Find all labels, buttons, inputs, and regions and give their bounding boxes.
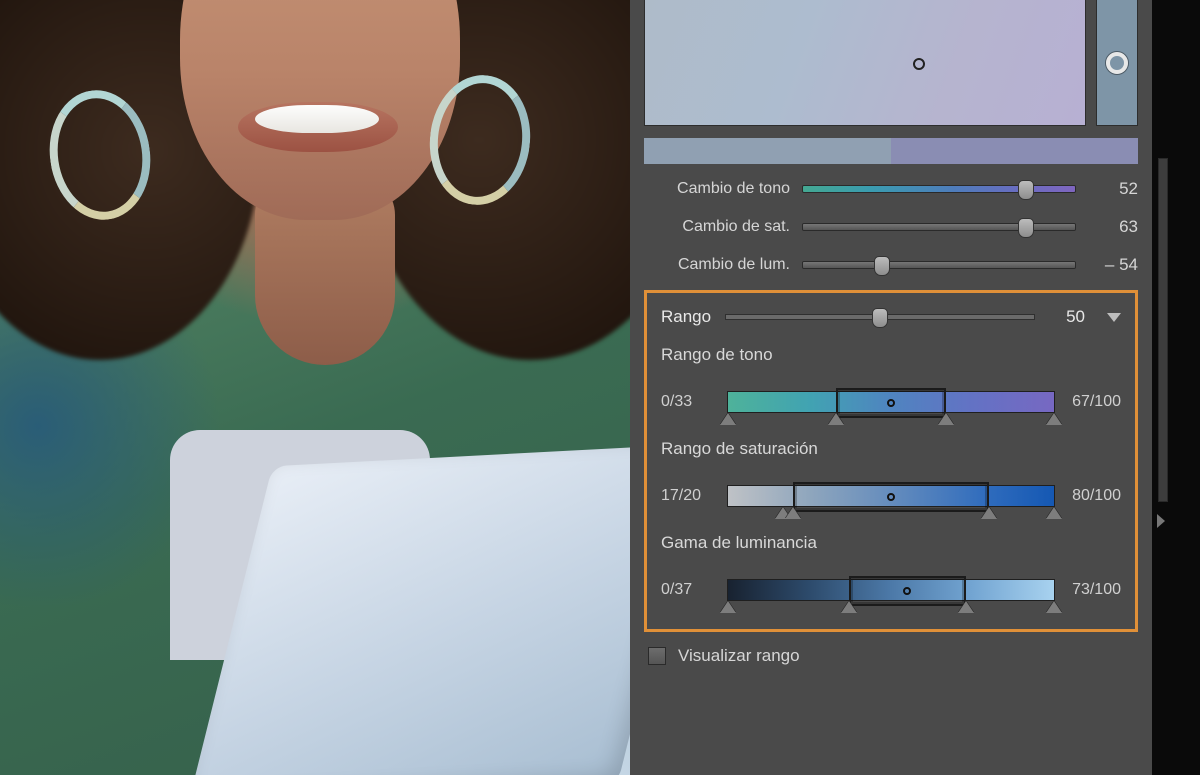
- lum-shift-knob[interactable]: [874, 256, 890, 276]
- panel-gutter: [1152, 0, 1200, 775]
- lum-range-handle-3[interactable]: [958, 601, 974, 613]
- hue-shift-label: Cambio de tono: [644, 180, 802, 198]
- hue-range-title: Rango de tono: [661, 345, 1121, 365]
- color-picker-swatch[interactable]: [644, 0, 1086, 126]
- sat-range-title: Rango de saturación: [661, 439, 1121, 459]
- sat-range-right[interactable]: 80/100: [1067, 487, 1121, 505]
- sat-range-bar[interactable]: [727, 485, 1055, 507]
- hue-range-selection[interactable]: [836, 388, 947, 418]
- range-section-highlight: Rango 50 Rango de tono 0/33: [644, 290, 1138, 632]
- sat-shift-slider[interactable]: [802, 223, 1076, 231]
- hue-range-handle-2[interactable]: [828, 413, 844, 425]
- hue-range-left[interactable]: 0/33: [661, 393, 715, 411]
- lum-range-selection[interactable]: [849, 576, 966, 606]
- lum-shift-label: Cambio de lum.: [644, 256, 802, 274]
- scrollbar[interactable]: [1158, 158, 1168, 502]
- range-label: Rango: [661, 307, 711, 327]
- lum-range-handle-2[interactable]: [841, 601, 857, 613]
- lum-shift-value[interactable]: – 54: [1076, 255, 1138, 275]
- range-disclosure-icon[interactable]: [1107, 313, 1121, 322]
- visualize-range-checkbox[interactable]: [648, 647, 666, 665]
- range-slider[interactable]: [725, 314, 1035, 320]
- hue-range-handle-1[interactable]: [720, 413, 736, 425]
- visualize-range-label: Visualizar rango: [678, 646, 800, 666]
- hue-range-bar[interactable]: [727, 391, 1055, 413]
- hue-shift-knob[interactable]: [1018, 180, 1034, 200]
- lum-range-handle-1[interactable]: [720, 601, 736, 613]
- hue-shift-slider[interactable]: [802, 185, 1076, 193]
- lum-range-right[interactable]: 73/100: [1067, 581, 1121, 599]
- hue-range-right[interactable]: 67/100: [1067, 393, 1121, 411]
- lum-range-handle-4[interactable]: [1046, 601, 1062, 613]
- lum-range-bar[interactable]: [727, 579, 1055, 601]
- lum-range-title: Gama de luminancia: [661, 533, 1121, 553]
- preview-image: [0, 0, 630, 775]
- sat-range-handle-2[interactable]: [785, 507, 801, 519]
- sat-range-handle-3[interactable]: [981, 507, 997, 519]
- sat-range-selection[interactable]: [793, 482, 989, 512]
- eyedropper-icon: [1106, 52, 1128, 74]
- sat-shift-value[interactable]: 63: [1076, 217, 1138, 237]
- sat-range-handle-4[interactable]: [1046, 507, 1062, 519]
- color-adjust-panel: Cambio de tono 52 Cambio de sat. 63 Camb…: [630, 0, 1152, 775]
- picked-color-marker: [913, 58, 925, 70]
- lum-shift-slider[interactable]: [802, 261, 1076, 269]
- range-value[interactable]: 50: [1049, 307, 1085, 327]
- hue-range-handle-3[interactable]: [938, 413, 954, 425]
- expand-panel-icon[interactable]: [1157, 514, 1165, 528]
- hue-range-handle-4[interactable]: [1046, 413, 1062, 425]
- hue-shift-value[interactable]: 52: [1076, 179, 1138, 199]
- eyedropper-button[interactable]: [1096, 0, 1138, 126]
- lum-range-left[interactable]: 0/37: [661, 581, 715, 599]
- sat-range-left[interactable]: 17/20: [661, 487, 715, 505]
- range-knob[interactable]: [872, 308, 888, 328]
- sat-shift-label: Cambio de sat.: [644, 218, 802, 236]
- sat-shift-knob[interactable]: [1018, 218, 1034, 238]
- hue-compare-bar: [644, 138, 1138, 164]
